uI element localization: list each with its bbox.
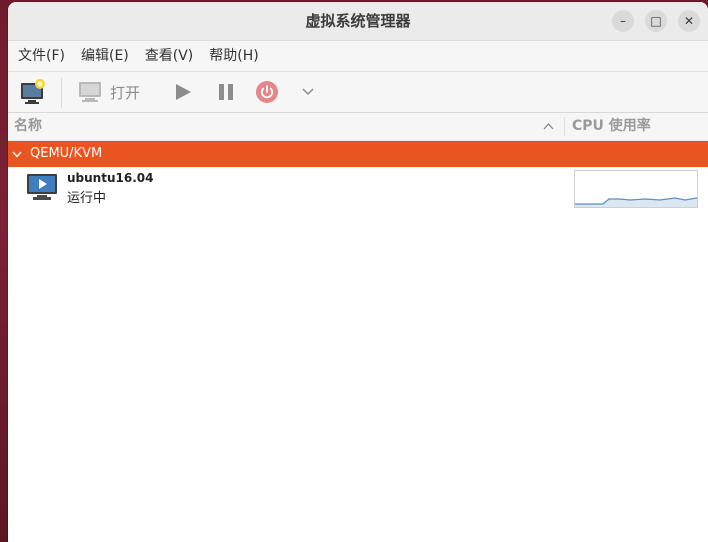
monitor-icon <box>79 82 101 102</box>
toolbar-separator <box>61 78 62 108</box>
vm-status: 运行中 <box>67 191 107 206</box>
window-title: 虚拟系统管理器 <box>305 12 411 30</box>
pause-icon <box>219 84 233 100</box>
connection-name: QEMU/KVM <box>30 146 103 161</box>
open-button[interactable]: 打开 <box>78 72 140 112</box>
vm-name: ubuntu16.04 <box>67 171 154 185</box>
shutdown-button[interactable] <box>256 72 278 112</box>
connection-row[interactable]: QEMU/KVM <box>8 141 708 167</box>
sort-ascending-icon[interactable] <box>543 113 554 140</box>
toolbar: 打开 <box>8 72 708 113</box>
shutdown-menu-button[interactable] <box>302 72 314 112</box>
pause-button[interactable] <box>218 72 234 112</box>
open-button-label: 打开 <box>110 83 141 102</box>
column-name-header[interactable]: 名称 <box>14 113 42 140</box>
vm-row[interactable]: ubuntu16.04 运行中 <box>8 167 708 209</box>
menu-view[interactable]: 查看(V) <box>137 41 202 71</box>
title-bar[interactable]: 虚拟系统管理器 – □ ✕ <box>8 2 708 41</box>
menu-edit[interactable]: 编辑(E) <box>73 41 137 71</box>
minimize-icon: – <box>620 14 626 28</box>
column-cpu-header[interactable]: CPU 使用率 <box>572 113 651 140</box>
list-header: 名称 CPU 使用率 <box>8 113 708 141</box>
minimize-button[interactable]: – <box>612 10 634 32</box>
play-icon <box>176 84 191 100</box>
maximize-icon: □ <box>650 14 662 28</box>
app-window: 虚拟系统管理器 – □ ✕ 文件(F) 编辑(E) 查看(V) 帮助(H) 打开… <box>8 2 708 542</box>
menu-bar: 文件(F) 编辑(E) 查看(V) 帮助(H) <box>8 41 708 72</box>
maximize-button[interactable]: □ <box>645 10 667 32</box>
power-icon <box>256 81 278 103</box>
new-vm-icon <box>21 79 45 104</box>
new-vm-button[interactable] <box>20 72 46 112</box>
close-button[interactable]: ✕ <box>678 10 700 32</box>
run-button[interactable] <box>174 72 192 112</box>
chevron-down-icon <box>302 88 314 96</box>
menu-file[interactable]: 文件(F) <box>10 41 73 71</box>
vm-running-icon <box>27 174 57 200</box>
close-icon: ✕ <box>683 14 695 28</box>
column-divider[interactable] <box>564 117 565 136</box>
cpu-usage-graph <box>574 170 698 208</box>
menu-help[interactable]: 帮助(H) <box>201 41 266 71</box>
expand-icon[interactable] <box>12 141 22 167</box>
